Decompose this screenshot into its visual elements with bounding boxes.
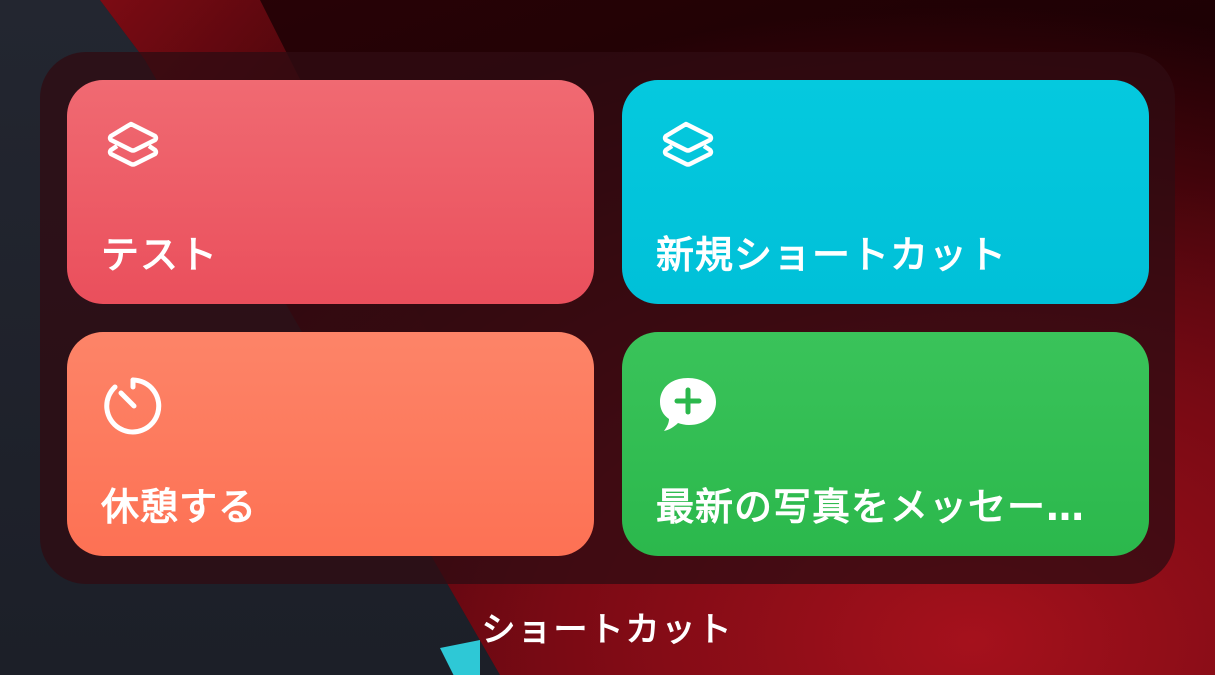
shortcuts-layers-icon [101,116,165,180]
shortcut-tile-take-break[interactable]: 休憩する [67,332,594,556]
message-add-icon [656,372,720,436]
shortcut-tile-test[interactable]: テスト [67,80,594,304]
widget-title: ショートカット [481,610,734,650]
timer-icon [101,372,165,436]
shortcut-tile-message-latest-photo[interactable]: 最新の写真をメッセー… [622,332,1149,556]
tile-label: テスト [101,233,219,277]
tile-label: 最新の写真をメッセー… [656,485,1086,529]
tile-label: 新規ショートカット [656,233,1008,277]
shortcut-tile-new-shortcut[interactable]: 新規ショートカット [622,80,1149,304]
tile-label: 休憩する [101,485,258,529]
shortcuts-layers-icon [656,116,720,180]
